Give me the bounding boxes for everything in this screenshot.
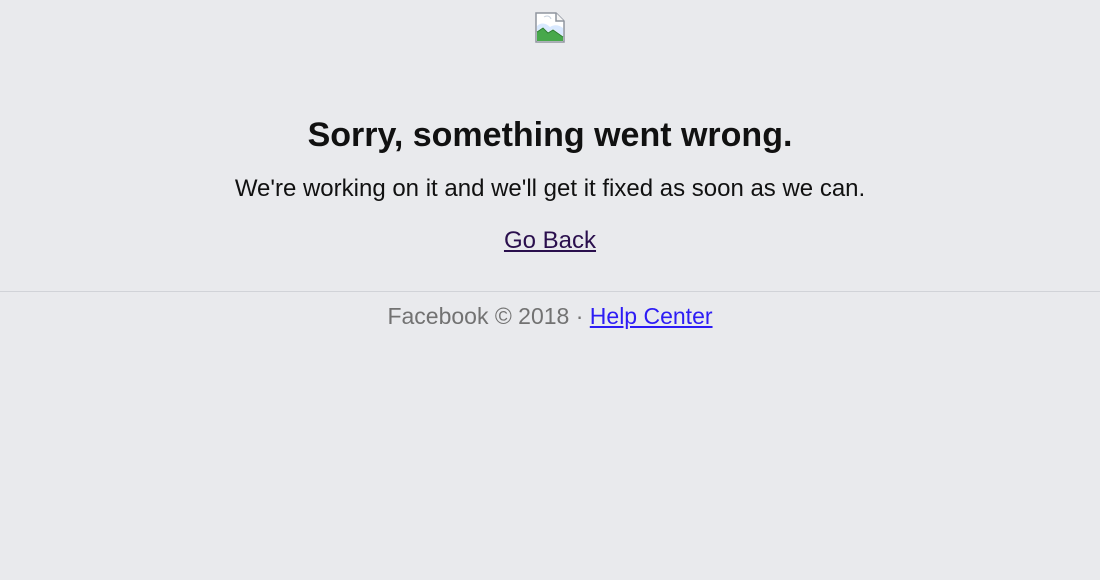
error-message-panel: Sorry, something went wrong. We're worki… bbox=[0, 114, 1100, 256]
error-description: We're working on it and we'll get it fix… bbox=[234, 175, 866, 202]
error-title: Sorry, something went wrong. bbox=[307, 116, 793, 154]
footer-divider bbox=[0, 291, 1100, 292]
go-back-link[interactable]: Go Back bbox=[504, 226, 596, 256]
error-page: Sorry, something went wrong. We're worki… bbox=[0, 0, 1100, 580]
footer: Facebook © 2018 · Help Center bbox=[0, 301, 1100, 331]
help-center-link[interactable]: Help Center bbox=[590, 303, 713, 329]
broken-image-icon bbox=[535, 12, 565, 43]
footer-brand-copyright: Facebook © 2018 · bbox=[387, 303, 590, 329]
